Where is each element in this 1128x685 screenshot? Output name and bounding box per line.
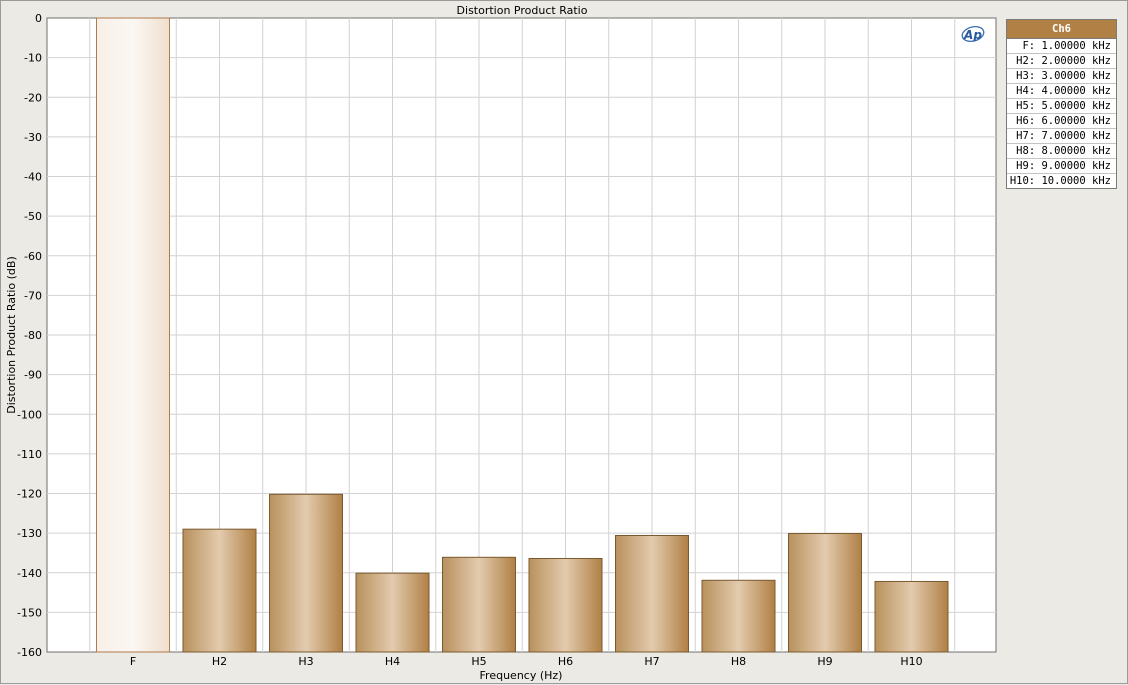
y-tick-label: 0 — [35, 12, 42, 25]
x-tick-label: H8 — [731, 655, 746, 668]
y-tick-label: -70 — [24, 289, 42, 302]
ap-logo-icon: Ap — [961, 26, 985, 42]
bar-harmonic — [874, 580, 949, 653]
y-tick-label: -100 — [17, 408, 42, 421]
chart-window: Distortion Product Ratio 0 -10 -20 -30 -40 -5… — [0, 0, 1128, 684]
bar-harmonic — [269, 493, 343, 653]
bar-harmonic — [355, 572, 430, 653]
x-tick-labels: F H2 H3 H4 H5 H6 H7 H8 H9 H10 — [130, 655, 923, 668]
x-axis-label: Frequency (Hz) — [480, 669, 563, 682]
y-tick-label: -150 — [17, 606, 42, 619]
legend-item: H5: 5.00000 kHz — [1007, 99, 1116, 114]
legend-item: H7: 7.00000 kHz — [1007, 129, 1116, 144]
bar-harmonic — [615, 535, 689, 653]
y-tick-label: -160 — [17, 646, 42, 659]
y-axis-label: Distortion Product Ratio (dB) — [5, 256, 18, 414]
legend-title: Ch6 — [1007, 20, 1116, 39]
x-tick-label: H4 — [385, 655, 400, 668]
y-tick-label: -60 — [24, 250, 42, 263]
x-tick-label: F — [130, 655, 136, 668]
legend-item: H3: 3.00000 kHz — [1007, 69, 1116, 84]
bar-harmonic — [442, 556, 516, 653]
legend: Ch6 F: 1.00000 kHz H2: 2.00000 kHz H3: 3.0… — [1006, 19, 1117, 189]
y-tick-label: -10 — [24, 52, 42, 65]
x-tick-label: H2 — [212, 655, 227, 668]
legend-item: F: 1.00000 kHz — [1007, 39, 1116, 54]
x-tick-label: H7 — [644, 655, 659, 668]
x-tick-label: H6 — [558, 655, 573, 668]
legend-item: H6: 6.00000 kHz — [1007, 114, 1116, 129]
legend-item: H10: 10.0000 kHz — [1009, 175, 1111, 187]
y-tick-label: -50 — [24, 210, 42, 223]
x-tick-label: H9 — [817, 655, 832, 668]
legend-items: F: 1.00000 kHz H2: 2.00000 kHz H3: 3.00000… — [1007, 39, 1116, 188]
chart-canvas: Distortion Product Ratio 0 -10 -20 -30 -40 -5… — [5, 4, 997, 682]
y-tick-label: -130 — [17, 527, 42, 540]
bar-harmonic — [788, 533, 862, 653]
y-tick-label: -40 — [24, 171, 42, 184]
y-tick-label: -140 — [17, 567, 42, 580]
x-tick-label: H3 — [298, 655, 313, 668]
y-tick-label: -120 — [17, 488, 42, 501]
x-tick-label: H10 — [900, 655, 922, 668]
y-tick-label: -80 — [24, 329, 42, 342]
y-tick-label: -20 — [24, 91, 42, 104]
x-tick-label: H5 — [471, 655, 486, 668]
bar-fundamental — [96, 17, 170, 653]
y-tick-labels: 0 -10 -20 -30 -40 -50 -60 -70 -80 -90 -100 -110 -120… — [17, 12, 42, 659]
legend-item: H4: 4.00000 kHz — [1007, 84, 1116, 99]
chart-title: Distortion Product Ratio — [457, 4, 588, 17]
y-tick-label: -90 — [24, 369, 42, 382]
legend-item: H2: 2.00000 kHz — [1007, 54, 1116, 69]
y-tick-label: -30 — [24, 131, 42, 144]
legend-item: H8: 8.00000 kHz — [1007, 144, 1116, 159]
legend-item: H9: 9.00000 kHz — [1007, 159, 1116, 174]
y-tick-label: -110 — [17, 448, 42, 461]
bar-harmonic — [528, 557, 603, 653]
bar-harmonic — [701, 579, 776, 653]
svg-text:Ap: Ap — [963, 28, 982, 42]
bar-harmonic — [182, 528, 257, 653]
